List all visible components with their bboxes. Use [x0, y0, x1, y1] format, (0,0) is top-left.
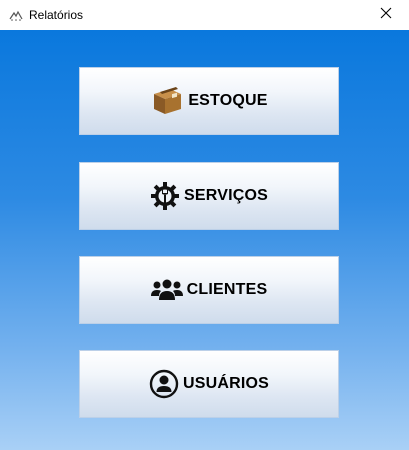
- user-circle-icon: [149, 369, 179, 399]
- box-icon: [150, 86, 184, 116]
- estoque-label: ESTOQUE: [188, 92, 268, 109]
- clientes-button[interactable]: CLIENTES: [79, 256, 339, 324]
- servicos-label: SERVIÇOS: [184, 187, 268, 204]
- clientes-label: CLIENTES: [186, 281, 268, 298]
- title-bar: Relatórios: [0, 0, 409, 30]
- servicos-button[interactable]: SERVIÇOS: [79, 162, 339, 230]
- app-logo-icon: [8, 9, 24, 21]
- users-icon: [150, 279, 183, 301]
- window-content: ESTOQUE SERVIÇOS CLIENTES USUÁRIOS: [0, 30, 409, 450]
- wrench-gear-icon: [150, 181, 180, 211]
- usuarios-label: USUÁRIOS: [182, 375, 270, 392]
- window-title: Relatórios: [29, 8, 84, 22]
- close-icon: [380, 6, 392, 24]
- estoque-button[interactable]: ESTOQUE: [79, 67, 339, 135]
- usuarios-button[interactable]: USUÁRIOS: [79, 350, 339, 418]
- close-button[interactable]: [363, 0, 409, 30]
